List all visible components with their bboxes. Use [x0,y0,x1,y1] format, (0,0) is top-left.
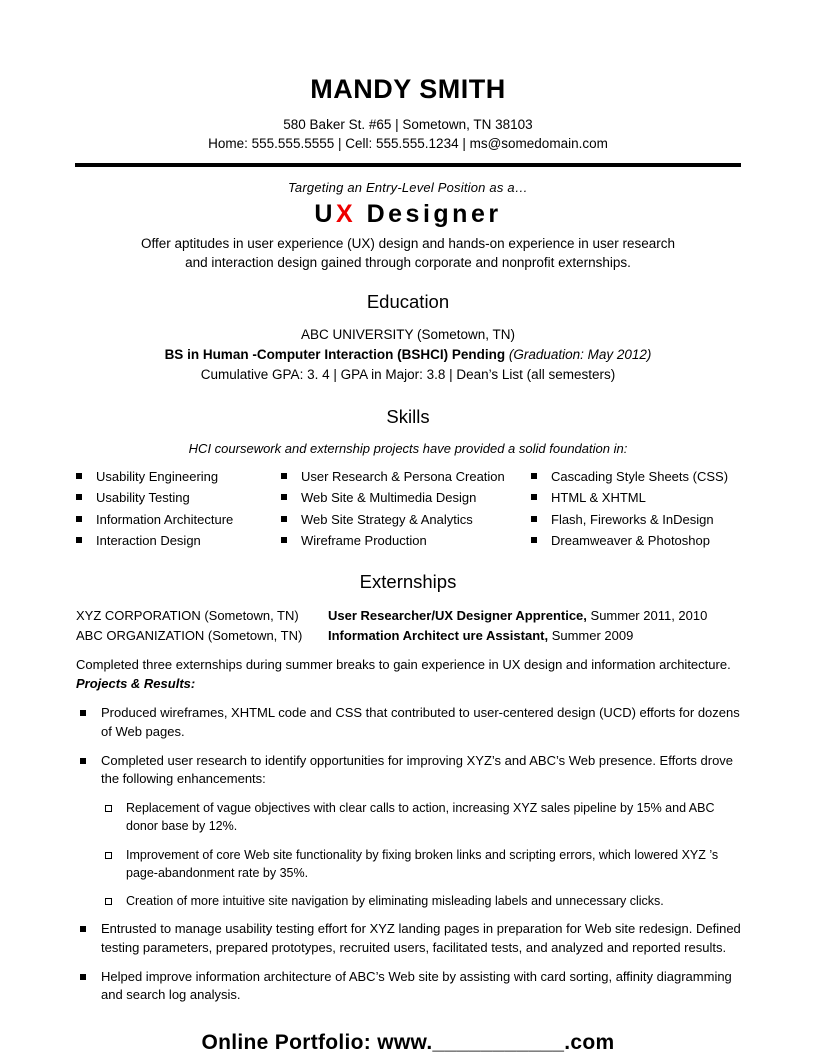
address-line: 580 Baker St. #65 | Sometown, TN 38103 [283,116,533,132]
skill-item: Dreamweaver & Photoshop [525,530,740,551]
skills-intro: HCI coursework and externship projects h… [188,440,628,456]
job-title-post: Designer [356,199,502,228]
externship-company: ABC ORGANIZATION (Sometown, TN) [76,627,303,643]
externship-company: XYZ CORPORATION (Sometown, TN) [76,607,299,623]
skill-item: Interaction Design [70,530,275,551]
summary-statement: Offer aptitudes in user experience (UX) … [0,234,816,273]
education-school: ABC UNIVERSITY (Sometown, TN) [300,326,516,342]
externship-row: ABC ORGANIZATION (Sometown, TN) Informat… [76,626,742,646]
education-section: Education ABC UNIVERSITY (Sometown, TN) … [0,291,816,386]
education-entry: ABC UNIVERSITY (Sometown, TN) BS in Huma… [0,325,816,386]
externships-bullet-list: Produced wireframes, XHTML code and CSS … [76,704,742,789]
skill-item: Web Site Strategy & Analytics [275,509,525,530]
externship-dates: Summer 2011, 2010 [586,607,708,623]
contact-block: 580 Baker St. #65 | Sometown, TN 38103 H… [0,115,816,154]
externships-intro: Completed three externships during summe… [76,656,742,694]
list-item: Completed user research to identify oppo… [76,752,742,790]
skill-item: Usability Testing [70,487,275,508]
job-title-pre: U [314,199,336,228]
externships-intro-emphasis: Projects & Results: [76,676,196,692]
target-job-title: UX Designer [0,200,816,229]
resume-page: MANDY SMITH 580 Baker St. #65 | Sometown… [0,0,816,1056]
externships-sub-bullet-list: Replacement of vague objectives with cle… [76,799,742,910]
externships-intro-text: Completed three externships during summe… [76,657,731,673]
externships-section: Externships XYZ CORPORATION (Sometown, T… [0,571,816,1006]
skills-column-3: Cascading Style Sheets (CSS) HTML & XHTM… [525,466,740,552]
externship-role: User Researcher/UX Designer Apprentice, … [328,606,707,626]
summary-line-2: and interaction design gained through co… [185,255,631,271]
candidate-name: MANDY SMITH [310,74,506,104]
skill-item: Information Architecture [70,509,275,530]
job-title-accent-letter: X [335,199,357,228]
externship-title: User Researcher/UX Designer Apprentice, [328,607,587,623]
targeting-tagline: Targeting an Entry-Level Position as a… [287,179,528,195]
list-item: Creation of more intuitive site navigati… [101,892,742,910]
skills-column-1: Usability Engineering Usability Testing … [70,466,275,552]
list-item: Improvement of core Web site functionali… [101,846,742,882]
skill-item: Web Site & Multimedia Design [275,487,525,508]
education-heading: Education [366,290,450,312]
education-graduation: (Graduation: May 2012) [508,347,652,363]
education-degree-line: BS in Human -Computer Interaction (BSHCI… [0,345,816,365]
externship-row: XYZ CORPORATION (Sometown, TN) User Rese… [76,606,742,626]
externships-heading: Externships [359,570,457,592]
externship-title: Information Architect ure Assistant, [328,627,549,643]
header-divider [75,162,741,167]
skills-heading: Skills [386,405,430,427]
skill-item: Flash, Fireworks & InDesign [525,509,740,530]
list-item: Entrusted to manage usability testing ef… [76,920,742,958]
list-item: Helped improve information architecture … [76,968,742,1006]
skills-section: Skills HCI coursework and externship pro… [0,406,816,552]
skill-item: HTML & XHTML [525,487,740,508]
externship-role: Information Architect ure Assistant, Sum… [328,626,633,646]
externship-dates: Summer 2009 [548,627,634,643]
summary-line-1: Offer aptitudes in user experience (UX) … [140,235,676,251]
externships-body: XYZ CORPORATION (Sometown, TN) User Rese… [0,606,816,1006]
skill-item: User Research & Persona Creation [275,466,525,487]
objective-section: Targeting an Entry-Level Position as a… … [0,180,816,273]
education-gpa: Cumulative GPA: 3. 4 | GPA in Major: 3.8… [200,367,616,383]
online-portfolio-line: Online Portfolio: www.___________.com [201,1031,615,1055]
list-item: Replacement of vague objectives with cle… [101,799,742,835]
skills-columns: Usability Engineering Usability Testing … [0,466,816,552]
externships-bullet-list-continued: Entrusted to manage usability testing ef… [76,920,742,1005]
resume-header: MANDY SMITH 580 Baker St. #65 | Sometown… [0,0,816,167]
list-item: Produced wireframes, XHTML code and CSS … [76,704,742,742]
skill-item: Wireframe Production [275,530,525,551]
education-degree: BS in Human -Computer Interaction (BSHCI… [164,347,506,363]
phone-email-line: Home: 555.555.5555 | Cell: 555.555.1234 … [208,136,608,152]
skill-item: Usability Engineering [70,466,275,487]
skills-column-2: User Research & Persona Creation Web Sit… [275,466,525,552]
skill-item: Cascading Style Sheets (CSS) [525,466,740,487]
